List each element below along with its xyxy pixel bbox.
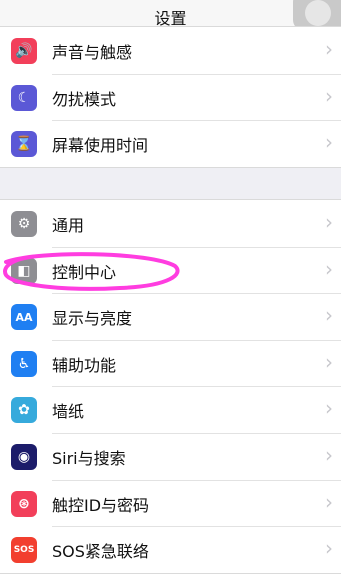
chevron-right-icon: › bbox=[325, 396, 333, 421]
siri-icon: ◉ bbox=[11, 443, 37, 470]
row-label: 通用 bbox=[52, 216, 85, 235]
fingerprint-icon: ⊛ bbox=[11, 490, 37, 517]
gear-icon: ⚙ bbox=[11, 211, 37, 237]
row-emergency-sos[interactable]: SOS SOS紧急联络 › bbox=[0, 526, 341, 573]
moon-icon: ☾ bbox=[11, 84, 37, 111]
row-label: Siri与搜索 bbox=[52, 448, 126, 468]
row-label: 勿扰模式 bbox=[52, 89, 117, 109]
settings-group-1: 🔊 声音与触感 › ☾ 勿扰模式 › ⌛ 屏幕使用时间 › bbox=[0, 26, 341, 168]
settings-group-2: ⚙ 通用 › ◧ 控制中心 › AA 显示与亮度 › ♿ 辅助功能 › ✿ 墙纸… bbox=[0, 199, 341, 574]
chevron-right-icon: › bbox=[325, 489, 333, 514]
chevron-right-icon: › bbox=[325, 536, 333, 561]
row-label: 控制中心 bbox=[52, 262, 117, 282]
hourglass-icon: ⌛ bbox=[11, 131, 37, 158]
row-control-center[interactable]: ◧ 控制中心 › bbox=[0, 246, 341, 294]
chevron-right-icon: › bbox=[325, 130, 333, 155]
row-wallpaper[interactable]: ✿ 墙纸 › bbox=[0, 386, 341, 433]
chevron-right-icon: › bbox=[325, 37, 333, 61]
accessibility-icon: ♿ bbox=[11, 350, 37, 377]
row-label: 墙纸 bbox=[52, 402, 85, 422]
speaker-icon: 🔊 bbox=[11, 38, 37, 64]
row-touch-id-passcode[interactable]: ⊛ 触控ID与密码 › bbox=[0, 479, 341, 527]
row-do-not-disturb[interactable]: ☾ 勿扰模式 › bbox=[0, 73, 341, 121]
row-accessibility[interactable]: ♿ 辅助功能 › bbox=[0, 339, 341, 387]
toggle-icon: ◧ bbox=[11, 257, 37, 284]
row-label: SOS紧急联络 bbox=[52, 542, 149, 562]
row-label: 声音与触感 bbox=[52, 43, 133, 62]
text-size-icon: AA bbox=[11, 304, 37, 331]
row-sounds-haptics[interactable]: 🔊 声音与触感 › bbox=[0, 27, 341, 74]
chevron-right-icon: › bbox=[325, 256, 333, 281]
row-label: 触控ID与密码 bbox=[52, 495, 150, 515]
wallpaper-flower-icon: ✿ bbox=[11, 397, 37, 424]
row-screen-time[interactable]: ⌛ 屏幕使用时间 › bbox=[0, 120, 341, 167]
row-general[interactable]: ⚙ 通用 › bbox=[0, 200, 341, 247]
chevron-right-icon: › bbox=[325, 83, 333, 108]
chevron-right-icon: › bbox=[325, 303, 333, 328]
chevron-right-icon: › bbox=[325, 349, 333, 374]
row-label: 屏幕使用时间 bbox=[52, 136, 149, 156]
row-display-brightness[interactable]: AA 显示与亮度 › bbox=[0, 293, 341, 340]
row-label: 辅助功能 bbox=[52, 355, 117, 375]
sos-icon: SOS bbox=[11, 537, 37, 564]
row-siri-search[interactable]: ◉ Siri与搜索 › bbox=[0, 432, 341, 480]
chevron-right-icon: › bbox=[325, 210, 333, 234]
chevron-right-icon: › bbox=[325, 442, 333, 467]
row-label: 显示与亮度 bbox=[52, 309, 133, 329]
